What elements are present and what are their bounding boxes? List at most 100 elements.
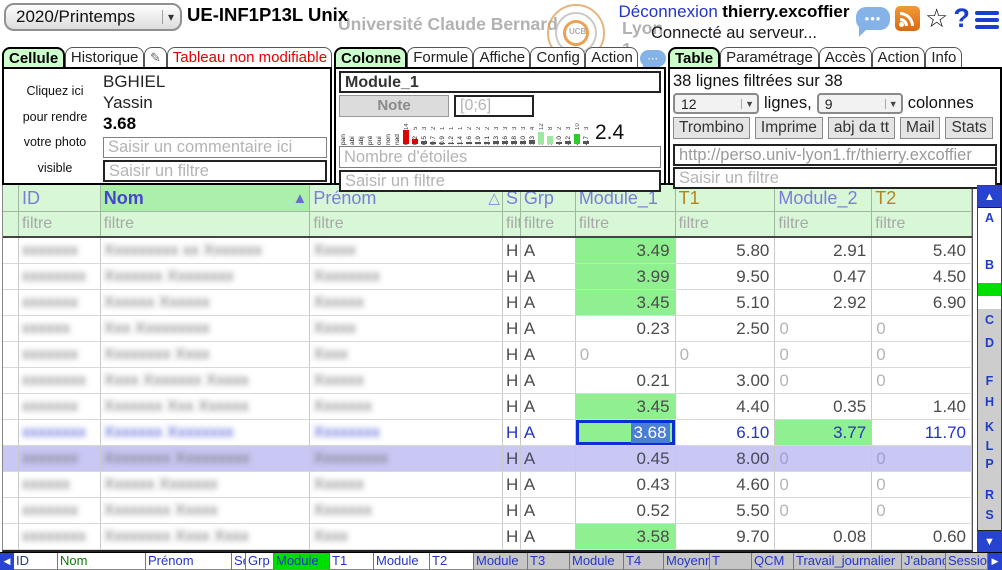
filter-module1[interactable]: filtre <box>576 212 676 236</box>
tab-table[interactable]: Table <box>668 47 720 67</box>
cell-nom[interactable]: Xxxxxx Xxxxxx <box>101 290 311 315</box>
cell-prenom[interactable]: Xxxx <box>310 524 503 549</box>
cell-value[interactable]: 0 <box>872 342 972 367</box>
url-input[interactable] <box>673 144 997 166</box>
pencil-icon[interactable]: ✎ <box>144 47 167 67</box>
cell-s[interactable]: H <box>503 394 521 419</box>
cell-value[interactable]: 0 <box>775 316 872 341</box>
bottom-col-module[interactable]: Module <box>274 553 330 570</box>
cell-value[interactable]: 0.23 <box>576 316 676 341</box>
row-head-cell[interactable] <box>3 420 19 445</box>
scroll-letter-c[interactable]: C <box>978 314 1001 327</box>
scroll-letter-r[interactable]: R <box>978 489 1001 502</box>
cell-value[interactable]: 4.50 <box>872 264 972 289</box>
row-head-cell[interactable] <box>3 342 19 367</box>
cell-value[interactable]: 0.43 <box>576 472 676 497</box>
stars-input[interactable] <box>339 146 661 168</box>
cell-id[interactable]: xxxxxxxx <box>19 368 101 393</box>
table-row[interactable]: xxxxxxxXxxxxxxx XxxxxxxxxXxxxxxxxxHA0.45… <box>3 446 972 472</box>
photo-placeholder[interactable]: Cliquez icipour rendrevotre photovisible <box>7 71 103 181</box>
scroll-letter-p[interactable]: P <box>978 458 1001 471</box>
cell-value[interactable]: 0.35 <box>775 394 872 419</box>
cell-grp[interactable]: A <box>521 472 576 497</box>
filter-s[interactable]: filtre <box>503 212 521 236</box>
scroll-up-button[interactable]: ▲ <box>978 186 1001 208</box>
tab-info[interactable]: Info <box>925 47 962 67</box>
row-head-cell[interactable] <box>3 238 19 263</box>
bottom-col-moyenn[interactable]: Moyenn <box>664 553 710 570</box>
cell-value[interactable]: 0 <box>775 498 872 523</box>
comment-bubble-icon[interactable]: ⋯ <box>640 50 666 67</box>
cell-grp[interactable]: A <box>521 394 576 419</box>
cell-nom[interactable]: Xxxxxxxx Xxxx Xxxx <box>101 524 311 549</box>
cell-prenom[interactable]: Xxxxxxxx <box>310 420 503 445</box>
cell-value[interactable]: 0 <box>872 368 972 393</box>
cell-filter-input[interactable] <box>103 160 327 182</box>
cell-value[interactable]: 0.52 <box>576 498 676 523</box>
scroll-down-button[interactable]: ▼ <box>978 530 1001 552</box>
table-button-stats[interactable]: Stats <box>945 117 992 139</box>
scroll-letter-k[interactable]: K <box>978 421 1001 434</box>
bottom-col-t3[interactable]: T3 <box>528 553 570 570</box>
cell-grp[interactable]: A <box>521 420 576 445</box>
table-button-imprime[interactable]: Imprime <box>755 117 823 139</box>
help-icon[interactable]: ? <box>953 6 970 31</box>
cell-value[interactable]: 0 <box>576 342 676 367</box>
table-row[interactable]: xxxxxxxXxxxxxxx XxxxxXxxxxxxHA0.525.5000 <box>3 498 972 524</box>
bottom-col-id[interactable]: ID <box>14 553 58 570</box>
tab-historique[interactable]: Historique <box>65 47 144 67</box>
cell-grp[interactable]: A <box>521 316 576 341</box>
table-row[interactable]: xxxxxxXxxxxx XxxxxxxXxxxxxHA0.434.6000 <box>3 472 972 498</box>
scroll-letter-s[interactable]: S <box>978 509 1001 522</box>
row-head-cell[interactable] <box>3 524 19 549</box>
range-input[interactable] <box>454 95 534 117</box>
scroll-left-button[interactable]: ◀ <box>0 553 14 570</box>
scroll-letter-h[interactable]: H <box>978 396 1001 409</box>
bottom-col-nom[interactable]: Nom <box>58 553 146 570</box>
cell-value[interactable]: 0.60 <box>872 524 972 549</box>
cell-id[interactable]: xxxxxxx <box>19 394 101 419</box>
filter-nom[interactable]: filtre <box>101 212 311 236</box>
table-button-mail[interactable]: Mail <box>900 117 940 139</box>
cell-value[interactable]: 2.92 <box>775 290 872 315</box>
bottom-col-module[interactable]: Module <box>374 553 430 570</box>
cell-nom[interactable]: Xxxxxx Xxxxxxx <box>101 472 311 497</box>
cell-value[interactable]: 1.40 <box>872 394 972 419</box>
bottom-col-t[interactable]: T <box>710 553 752 570</box>
scroll-letter-d[interactable]: D <box>978 337 1001 350</box>
tab-accès[interactable]: Accès <box>819 47 872 67</box>
table-row[interactable]: xxxxxxxXxxxxxxxx xx XxxxxxxXxxxxHA3.495.… <box>3 238 972 264</box>
cell-s[interactable]: H <box>503 342 521 367</box>
cell-value[interactable]: 3.45 <box>576 394 676 419</box>
cell-value[interactable]: 0 <box>775 446 872 471</box>
cell-value[interactable]: 0 <box>872 472 972 497</box>
filter-t2[interactable]: filtre <box>872 212 972 236</box>
bottom-col-qcm[interactable]: QCM <box>752 553 794 570</box>
cell-prenom[interactable]: Xxxxxxx <box>310 394 503 419</box>
cell-value[interactable]: 11.70 <box>872 420 972 445</box>
cell-id[interactable]: xxxxxxx <box>19 342 101 367</box>
cell-s[interactable]: H <box>503 472 521 497</box>
scroll-letter-f[interactable]: F <box>978 375 1001 388</box>
table-row[interactable]: xxxxxxxxXxxxxxxx Xxxx XxxxXxxxHA3.589.70… <box>3 524 972 550</box>
column-type-button[interactable]: Note <box>339 95 449 117</box>
cell-value[interactable]: 5.10 <box>676 290 776 315</box>
cell-nom[interactable]: Xxxx Xxxxxxx Xxxxx <box>101 368 311 393</box>
cell-nom[interactable]: Xxx Xxxxxxxxx <box>101 316 311 341</box>
cell-value[interactable]: 9.70 <box>676 524 776 549</box>
cell-value[interactable]: 5.40 <box>872 238 972 263</box>
filter-rowhead[interactable] <box>3 212 19 236</box>
cell-value[interactable]: 0 <box>872 316 972 341</box>
cell-value[interactable]: 0 <box>676 342 776 367</box>
cell-prenom[interactable]: Xxxxxxxx <box>310 264 503 289</box>
bottom-col-session[interactable]: Session <box>946 553 988 570</box>
row-head-cell[interactable] <box>3 368 19 393</box>
scroll-letter-a[interactable]: A <box>978 212 1001 225</box>
cell-id[interactable]: xxxxxxxx <box>19 264 101 289</box>
row-head-cell[interactable] <box>3 394 19 419</box>
filter-t1[interactable]: filtre <box>676 212 776 236</box>
bottom-col-t2[interactable]: T2 <box>430 553 474 570</box>
cell-prenom[interactable]: Xxxxxxxxx <box>310 446 503 471</box>
semester-select[interactable]: 2020/Printemps ▾ <box>4 3 182 31</box>
row-head-cell[interactable] <box>3 472 19 497</box>
